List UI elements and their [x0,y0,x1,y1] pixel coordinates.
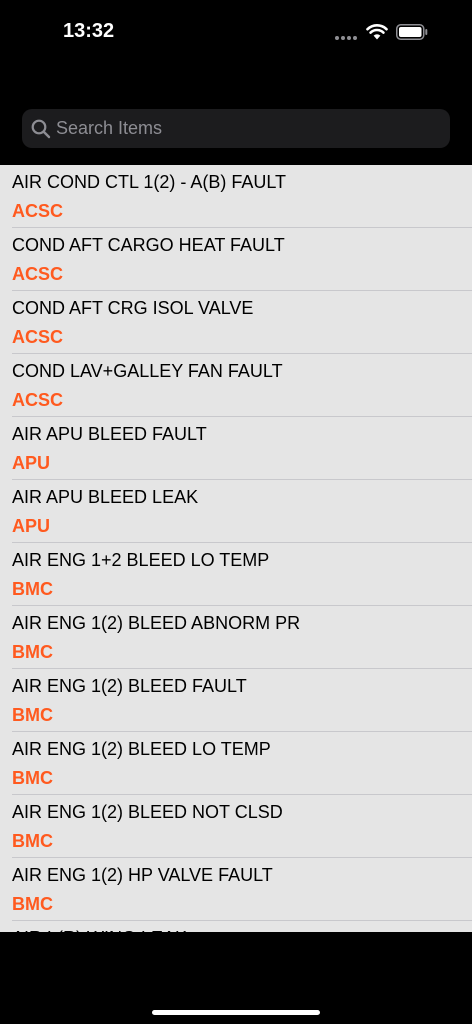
item-system-label: BMC [12,768,53,788]
item-title: AIR APU BLEED FAULT [12,424,207,444]
item-system-label: ACSC [12,264,64,284]
item-system-label: APU [12,453,51,473]
item-system-label: ACSC [12,201,64,221]
item-title: COND AFT CARGO HEAT FAULT [12,235,285,255]
list-item[interactable]: AIR APU BLEED LEAK APU [0,480,472,543]
cellular-signal-icon [335,36,359,40]
home-indicator[interactable] [152,1010,320,1015]
wifi-icon [366,24,388,40]
search-bar[interactable] [22,109,450,148]
search-input[interactable] [56,109,436,148]
item-system-label: BMC [12,579,53,599]
item-title: AIR ENG 1(2) BLEED NOT CLSD [12,802,283,822]
status-time: 13:32 [63,20,115,42]
item-title: AIR ENG 1(2) BLEED ABNORM PR [12,613,301,633]
status-bar: 13:32 [0,0,472,64]
list-item[interactable]: AIR ENG 1+2 BLEED LO TEMP BMC [0,543,472,606]
list-item[interactable]: COND LAV+GALLEY FAN FAULT ACSC [0,354,472,417]
item-title: AIR COND CTL 1(2) - A(B) FAULT [12,172,287,192]
item-title: AIR ENG 1(2) BLEED LO TEMP [12,739,271,759]
item-title: AIR ENG 1+2 BLEED LO TEMP [12,550,270,570]
item-system-label: BMC [12,894,53,914]
list-item[interactable]: AIR ENG 1(2) BLEED ABNORM PR BMC [0,606,472,669]
item-title: AIR ENG 1(2) BLEED FAULT [12,676,247,696]
item-title: COND LAV+GALLEY FAN FAULT [12,361,283,381]
item-title: AIR APU BLEED LEAK [12,487,199,507]
item-system-label: ACSC [12,327,64,347]
list-item[interactable]: AIR ENG 1(2) BLEED FAULT BMC [0,669,472,732]
item-list[interactable]: AIR COND CTL 1(2) - A(B) FAULT ACSC COND A… [0,165,472,932]
list-item[interactable]: AIR COND CTL 1(2) - A(B) FAULT ACSC [0,165,472,228]
item-system-label: BMC [12,642,53,662]
item-system-label: BMC [12,705,53,725]
item-system-label: ACSC [12,390,64,410]
item-title: AIR ENG 1(2) HP VALVE FAULT [12,865,273,885]
item-title: COND AFT CRG ISOL VALVE [12,298,254,318]
list-item[interactable]: AIR ENG 1(2) BLEED NOT CLSD BMC [0,795,472,858]
search-icon [31,119,51,139]
item-system-label: APU [12,516,51,536]
list-item[interactable]: AIR L(R) WING LEAK [0,921,472,932]
item-system-label: BMC [12,831,53,851]
battery-icon [396,24,428,40]
list-item[interactable]: AIR APU BLEED FAULT APU [0,417,472,480]
list-item[interactable]: COND AFT CRG ISOL VALVE ACSC [0,291,472,354]
list-item[interactable]: AIR ENG 1(2) HP VALVE FAULT BMC [0,858,472,921]
list-item[interactable]: COND AFT CARGO HEAT FAULT ACSC [0,228,472,291]
list-item[interactable]: AIR ENG 1(2) BLEED LO TEMP BMC [0,732,472,795]
